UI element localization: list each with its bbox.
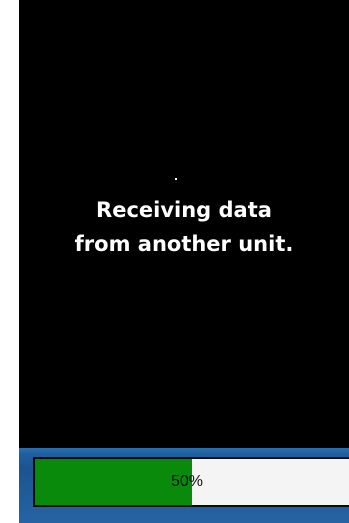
progress-bar-panel: 50%	[19, 448, 349, 523]
progress-percent-label: 50%	[171, 473, 204, 490]
progress-bar: 50%	[33, 457, 349, 507]
status-message: Receiving data from another unit.	[19, 193, 349, 261]
status-dot	[175, 178, 177, 180]
status-message-line1: Receiving data	[96, 198, 272, 222]
device-screen: Receiving data from another unit. 50%	[0, 0, 349, 523]
status-display: Receiving data from another unit.	[19, 0, 349, 448]
status-message-line2: from another unit.	[74, 232, 294, 256]
